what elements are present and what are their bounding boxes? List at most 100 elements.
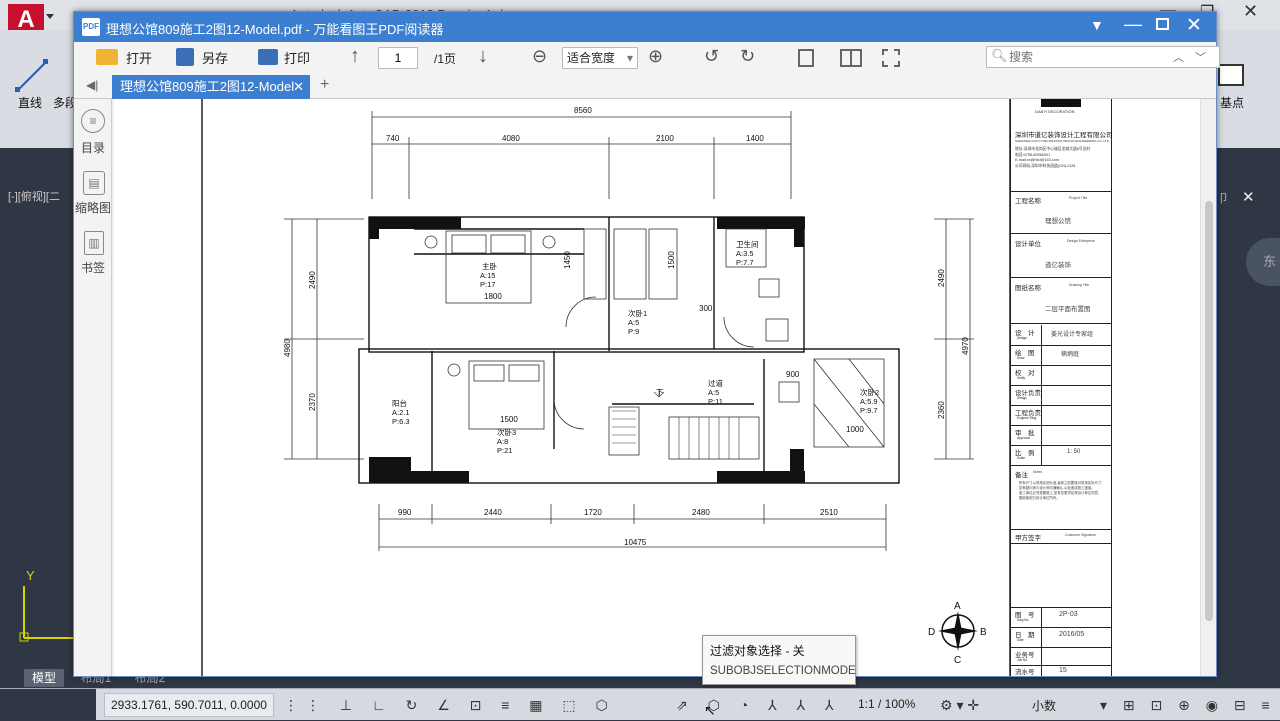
inner-dim-2: 1800: [484, 292, 502, 301]
workspace-gear-icon[interactable]: ⚙ ▾ ✛: [940, 697, 979, 714]
stair-down-label: 下: [656, 388, 664, 397]
pdf-reader-window: PDF 理想公馆809施工2图12-Model.pdf - 万能看图王PDF阅读…: [73, 11, 1220, 677]
room-bath-name: 卫生间: [736, 239, 759, 249]
search-prev-icon[interactable]: ︿: [1173, 49, 1184, 65]
room-bed2-name: 次卧2: [860, 387, 879, 397]
viewcube-compass-icon[interactable]: 东: [1246, 238, 1280, 286]
scale-value: 1: 50: [1067, 449, 1081, 455]
zoom-in-icon[interactable]: ⊕: [648, 46, 663, 67]
inner-dim-8: 300: [699, 304, 713, 313]
logo-subtitle: DABYI DECORATION: [1035, 109, 1075, 114]
save-as-button[interactable]: 另存: [202, 48, 228, 70]
previous-page-icon[interactable]: ↑: [350, 45, 360, 68]
search-input[interactable]: [1009, 48, 1159, 66]
viewport-label[interactable]: [-][俯视][二: [8, 188, 60, 204]
layout-tab-model[interactable]: 模型: [24, 669, 64, 687]
open-button[interactable]: 打开: [126, 48, 152, 70]
pdf-toolbar: 打开 另存 打印 ↑ /1页 ↓ ⊖ 适合宽度 ▾ ⊕ ↺ ↻ 🔍︎ ︿ ﹀: [74, 42, 1220, 74]
tooltip-command: SUBOBJSELECTIONMODE: [710, 665, 856, 677]
open-folder-icon[interactable]: [96, 49, 118, 65]
collapse-sidebar-icon[interactable]: ◀|: [86, 78, 98, 92]
coordinates-readout[interactable]: 2933.1761, 590.7011, 0.0000: [104, 693, 274, 717]
rotate-right-icon[interactable]: ↻: [740, 46, 755, 67]
status-right-icons[interactable]: ▾ ⊞ ⊡ ⊕ ◉ ⊟ ≡: [1100, 697, 1276, 714]
scrollbar-thumb[interactable]: [1205, 201, 1213, 621]
status-selection-icons[interactable]: ⇗ ⬡ ◔ ⅄ ⅄ ⅄: [676, 697, 842, 714]
units-readout[interactable]: 小数: [1032, 697, 1056, 714]
dim-bottom-total: 10475: [624, 538, 647, 547]
company-address: 地址:深圳市龙岗区中心城区龙城大道6号旧村 电话:0755-89966301 E-m…: [1015, 147, 1091, 168]
inner-dim-5: 900: [786, 370, 800, 379]
dim-right-1: 2490: [937, 269, 946, 287]
fullscreen-icon[interactable]: [882, 49, 900, 67]
autocad-close-button[interactable]: ✕: [1243, 1, 1258, 22]
app-menu-arrow-icon[interactable]: [46, 14, 54, 20]
project-title-value: 理想公馆: [1045, 218, 1071, 225]
design-enterprise-value: 道亿装饰: [1045, 262, 1071, 269]
search-box[interactable]: 🔍︎ ︿ ﹀: [986, 46, 1220, 68]
toc-icon[interactable]: ≡: [81, 109, 105, 133]
room-balcony-area: A:2.1: [392, 408, 410, 417]
dim-left-1: 2490: [308, 271, 317, 289]
vertical-scrollbar[interactable]: [1200, 99, 1216, 676]
dim-bottom-1: 990: [398, 508, 412, 517]
dim-left-2: 2370: [308, 393, 317, 411]
line-tool-icon[interactable]: [14, 56, 50, 96]
dim-top-total: 8560: [574, 106, 592, 115]
mouse-cursor-icon: ↖: [704, 702, 716, 718]
print-icon[interactable]: [258, 49, 278, 65]
pdf-close-button[interactable]: ✕: [1186, 14, 1202, 37]
company-name: 深圳市道亿装饰设计工程有限公司: [1015, 132, 1113, 139]
ucs-icon: [19, 586, 74, 642]
room-master-perim: P:17: [480, 280, 495, 289]
bookmarks-label[interactable]: 书签: [74, 259, 112, 276]
status-toggle-icons[interactable]: ⋮⋮ ⊥ ∟ ↻ ∠ ⊡ ≡ ▦ ⬚ ⬡: [284, 697, 616, 714]
room-balcony-perim: P:6.3: [392, 417, 410, 426]
pdf-page: 8560 740 4080 2100 1400 4980 2490 2370 2…: [114, 99, 1200, 676]
next-page-icon[interactable]: ↓: [478, 45, 488, 68]
dim-top-3: 2100: [656, 134, 674, 143]
search-next-icon[interactable]: ﹀: [1195, 49, 1206, 65]
room-bed1-perim: P:9: [628, 327, 639, 336]
client-sign-label: 甲方签字: [1015, 535, 1041, 542]
zoom-mode-select[interactable]: 适合宽度 ▾: [562, 47, 638, 69]
pdf-tab-bar: ◀| 理想公馆809施工2图12-Model ✕ +: [74, 74, 1216, 99]
pdf-menu-dropdown-icon[interactable]: ▼: [1090, 17, 1104, 33]
pdf-maximize-button[interactable]: [1156, 18, 1169, 30]
notes-text: 所有尺寸以现场实测为准,装修之前要核对现场实际尺寸 如有疑问请与设计师沟通确认,以…: [1019, 481, 1102, 500]
room-bath-perim: P:7.7: [736, 258, 754, 267]
print-button[interactable]: 打印: [284, 48, 310, 70]
room-bed3-name: 次卧3: [497, 427, 516, 437]
pdf-app-icon: PDF: [82, 18, 100, 36]
pdf-titlebar: PDF 理想公馆809施工2图12-Model.pdf - 万能看图王PDF阅读…: [74, 12, 1216, 42]
room-balcony-name: 阳台: [392, 398, 407, 408]
thumbnails-label[interactable]: 缩略图: [74, 199, 112, 216]
dim-bottom-3: 1720: [584, 508, 602, 517]
bookmarks-icon[interactable]: ▥: [84, 231, 104, 255]
single-page-icon[interactable]: [798, 49, 814, 67]
pdf-sidebar: ≡ 目录 ▤ 缩略图 ▥ 书签: [74, 99, 112, 676]
new-tab-icon[interactable]: +: [320, 76, 329, 94]
chevron-down-icon: ▾: [626, 51, 633, 65]
base-point-icon[interactable]: [1218, 64, 1244, 86]
north-compass-icon: A B C D: [928, 601, 987, 666]
annotation-scale[interactable]: 1:1 / 100%: [858, 697, 915, 711]
document-tab[interactable]: 理想公馆809施工2图12-Model ✕: [112, 75, 310, 99]
base-point-label[interactable]: 基点: [1220, 94, 1244, 111]
page-number-input[interactable]: [378, 47, 418, 69]
drawing-info-rows: 图 号 Dwg No 2P-03 日 期 Date 2016/05 业务号 Job No …: [1011, 607, 1111, 676]
pdf-minimize-button[interactable]: —: [1124, 14, 1142, 35]
room-hall-name: 过道: [708, 378, 723, 388]
zoom-out-icon[interactable]: ⊖: [532, 46, 547, 67]
tab-close-icon[interactable]: ✕: [293, 75, 304, 99]
toc-label[interactable]: 目录: [74, 139, 112, 156]
room-master-area: A:15: [480, 271, 495, 280]
zoom-mode-value: 适合宽度: [567, 51, 616, 65]
save-as-icon[interactable]: [176, 48, 194, 66]
viewcube-close-icon[interactable]: ✕: [1242, 188, 1255, 206]
dim-top-2: 4080: [502, 134, 520, 143]
double-page-icon[interactable]: [840, 49, 862, 67]
rotate-left-icon[interactable]: ↺: [704, 46, 719, 67]
line-tool-label[interactable]: 直线: [18, 94, 42, 111]
thumbnails-icon[interactable]: ▤: [83, 171, 105, 195]
